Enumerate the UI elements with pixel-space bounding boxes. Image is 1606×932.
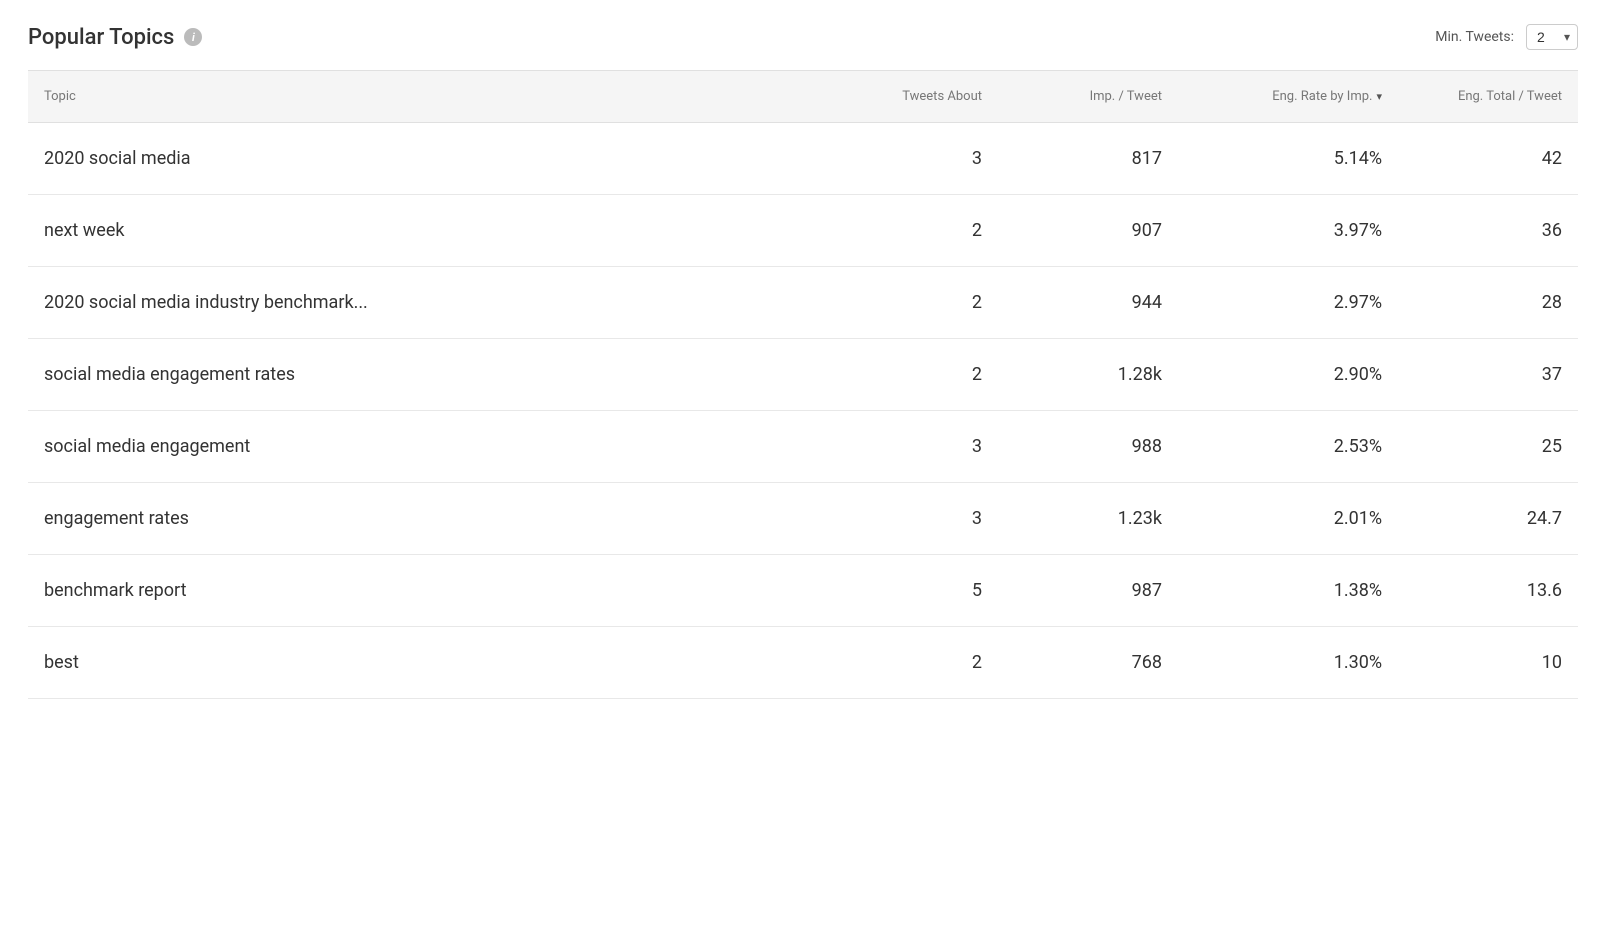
cell-eng-rate: 2.97% <box>1178 274 1398 331</box>
table-row[interactable]: 2020 social media38175.14%42 <box>28 123 1578 195</box>
cell-topic: benchmark report <box>28 562 818 619</box>
col-header-eng-rate[interactable]: Eng. Rate by Imp. ▾ <box>1178 81 1398 112</box>
min-tweets-select[interactable]: 2 3 5 10 <box>1526 24 1578 50</box>
cell-tweets-about: 3 <box>818 490 998 547</box>
cell-tweets-about: 2 <box>818 274 998 331</box>
col-header-tweets-about: Tweets About <box>818 81 998 112</box>
cell-eng-total: 25 <box>1398 418 1578 475</box>
cell-tweets-about: 3 <box>818 418 998 475</box>
cell-eng-total: 24.7 <box>1398 490 1578 547</box>
cell-tweets-about: 5 <box>818 562 998 619</box>
cell-eng-rate: 1.30% <box>1178 634 1398 691</box>
table-body: 2020 social media38175.14%42next week290… <box>28 123 1578 699</box>
table-row[interactable]: benchmark report59871.38%13.6 <box>28 555 1578 627</box>
cell-eng-rate: 5.14% <box>1178 130 1398 187</box>
min-tweets-select-wrapper[interactable]: 2 3 5 10 <box>1526 24 1578 50</box>
cell-imp-per-tweet: 987 <box>998 562 1178 619</box>
col-header-eng-total: Eng. Total / Tweet <box>1398 81 1578 112</box>
cell-topic: social media engagement rates <box>28 346 818 403</box>
table-row[interactable]: 2020 social media industry benchmark...2… <box>28 267 1578 339</box>
table-row[interactable]: social media engagement rates21.28k2.90%… <box>28 339 1578 411</box>
cell-eng-total: 28 <box>1398 274 1578 331</box>
cell-tweets-about: 2 <box>818 634 998 691</box>
cell-topic: best <box>28 634 818 691</box>
cell-imp-per-tweet: 768 <box>998 634 1178 691</box>
cell-imp-per-tweet: 817 <box>998 130 1178 187</box>
cell-eng-rate: 2.53% <box>1178 418 1398 475</box>
cell-imp-per-tweet: 988 <box>998 418 1178 475</box>
cell-eng-rate: 2.01% <box>1178 490 1398 547</box>
cell-eng-total: 10 <box>1398 634 1578 691</box>
table-row[interactable]: engagement rates31.23k2.01%24.7 <box>28 483 1578 555</box>
min-tweets-area: Min. Tweets: 2 3 5 10 <box>1435 24 1578 50</box>
table-row[interactable]: next week29073.97%36 <box>28 195 1578 267</box>
col-header-topic: Topic <box>28 81 818 112</box>
cell-eng-rate: 1.38% <box>1178 562 1398 619</box>
min-tweets-label: Min. Tweets: <box>1435 29 1514 45</box>
cell-eng-total: 13.6 <box>1398 562 1578 619</box>
cell-eng-total: 42 <box>1398 130 1578 187</box>
cell-imp-per-tweet: 944 <box>998 274 1178 331</box>
cell-eng-total: 37 <box>1398 346 1578 403</box>
col-header-eng-rate-label: Eng. Rate by Imp. <box>1272 89 1372 104</box>
cell-imp-per-tweet: 1.28k <box>998 346 1178 403</box>
table-header-row: Topic Tweets About Imp. / Tweet Eng. Rat… <box>28 70 1578 123</box>
cell-eng-total: 36 <box>1398 202 1578 259</box>
cell-imp-per-tweet: 907 <box>998 202 1178 259</box>
cell-eng-rate: 3.97% <box>1178 202 1398 259</box>
page-header: Popular Topics i Min. Tweets: 2 3 5 10 <box>28 24 1578 50</box>
cell-topic: engagement rates <box>28 490 818 547</box>
table-row[interactable]: best27681.30%10 <box>28 627 1578 699</box>
cell-eng-rate: 2.90% <box>1178 346 1398 403</box>
page-container: Popular Topics i Min. Tweets: 2 3 5 10 T… <box>0 0 1606 723</box>
cell-tweets-about: 3 <box>818 130 998 187</box>
cell-tweets-about: 2 <box>818 202 998 259</box>
cell-imp-per-tweet: 1.23k <box>998 490 1178 547</box>
cell-topic: 2020 social media industry benchmark... <box>28 274 818 331</box>
table-row[interactable]: social media engagement39882.53%25 <box>28 411 1578 483</box>
info-icon[interactable]: i <box>184 28 202 46</box>
sort-arrow-icon: ▾ <box>1376 90 1382 103</box>
cell-topic: next week <box>28 202 818 259</box>
cell-topic: 2020 social media <box>28 130 818 187</box>
title-area: Popular Topics i <box>28 25 202 50</box>
col-header-imp-per-tweet: Imp. / Tweet <box>998 81 1178 112</box>
cell-topic: social media engagement <box>28 418 818 475</box>
popular-topics-table: Topic Tweets About Imp. / Tweet Eng. Rat… <box>28 70 1578 699</box>
cell-tweets-about: 2 <box>818 346 998 403</box>
page-title: Popular Topics <box>28 25 174 50</box>
